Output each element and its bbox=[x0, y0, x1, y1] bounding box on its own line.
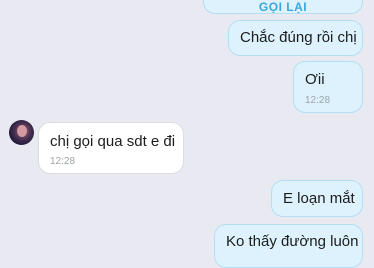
outgoing-message: Chắc đúng rồi chị bbox=[228, 20, 363, 56]
message-text: Chắc đúng rồi chị bbox=[240, 29, 357, 46]
message-time: 12:28 bbox=[50, 156, 76, 167]
contact-avatar[interactable] bbox=[9, 120, 34, 145]
message-text: Ơii bbox=[305, 71, 325, 88]
avatar-face bbox=[17, 125, 27, 137]
message-text: chị gọi qua sdt e đi bbox=[50, 133, 176, 150]
call-back-button[interactable]: GỌI LẠI bbox=[204, 0, 362, 14]
incoming-message: chị gọi qua sdt e đi 12:28 bbox=[38, 122, 184, 174]
message-time: 12:28 bbox=[305, 95, 331, 106]
message-text: E loạn mắt bbox=[283, 190, 355, 207]
call-back-message: GỌI LẠI bbox=[203, 0, 363, 14]
outgoing-message: E loạn mắt bbox=[271, 180, 363, 217]
outgoing-message: Ko thấy đường luôn bbox=[214, 224, 363, 268]
outgoing-message: Ơii 12:28 bbox=[293, 61, 363, 113]
message-text: Ko thấy đường luôn bbox=[226, 233, 359, 250]
